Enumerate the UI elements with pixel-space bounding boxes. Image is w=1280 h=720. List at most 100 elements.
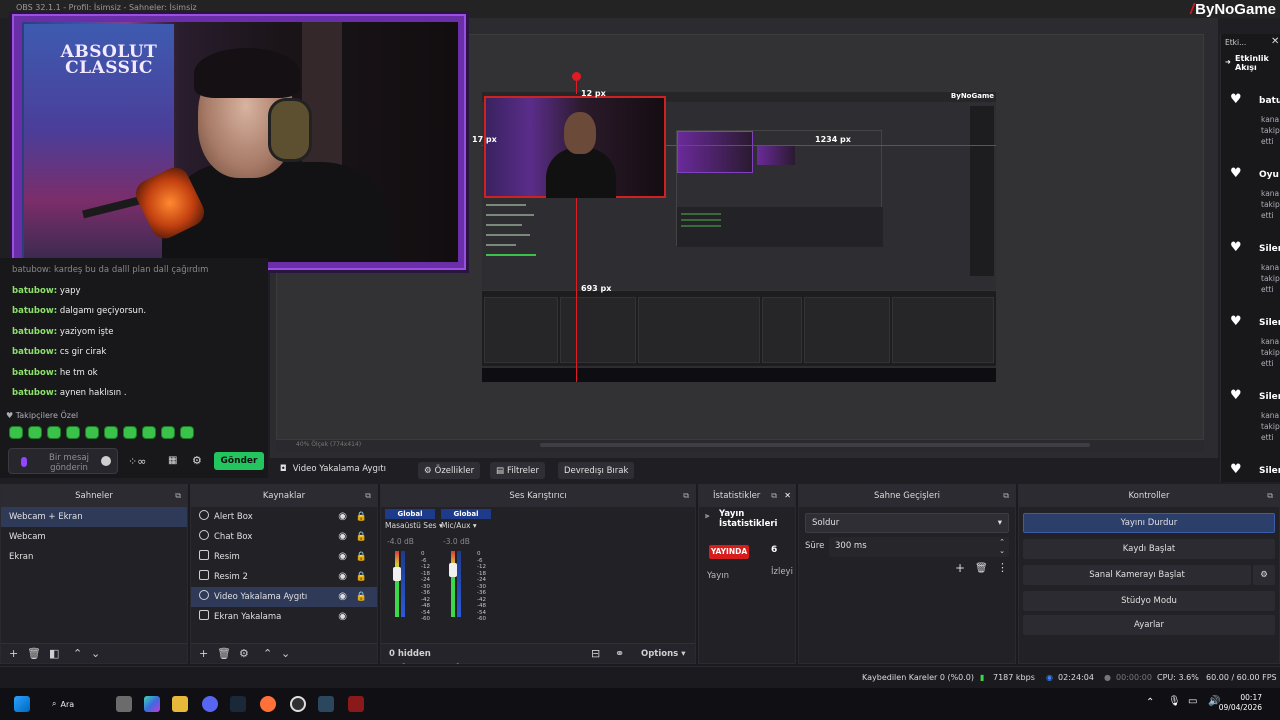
search-button[interactable]: ⌕ Ara	[52, 695, 108, 713]
source-item[interactable]: Video Yakalama Aygıtı ◉ 🔒	[191, 587, 377, 607]
eye-icon[interactable]: ◉	[338, 507, 347, 527]
float-icon[interactable]: ⧉	[365, 485, 371, 507]
obs-icon[interactable]	[290, 696, 306, 712]
channel-points-icon[interactable]: ⁘∞	[128, 455, 146, 468]
firefox-icon[interactable]	[260, 696, 276, 712]
network-icon[interactable]: ▭	[1188, 696, 1197, 707]
deactivate-button[interactable]: Devredışı Bırak	[558, 462, 635, 479]
mic-icon[interactable]	[21, 457, 27, 467]
layout-icon[interactable]: ⊟	[591, 647, 600, 660]
float-icon[interactable]: ⧉	[771, 485, 777, 507]
lock-icon[interactable]: 🔒	[356, 507, 367, 527]
add-icon[interactable]: +	[199, 647, 208, 660]
lock-icon[interactable]: 🔒	[356, 547, 367, 567]
settings-button[interactable]: Ayarlar	[1023, 615, 1275, 635]
screen-capture-source[interactable]: ByNoGame	[482, 92, 996, 382]
arrow-up-icon[interactable]: ⌃	[73, 647, 82, 660]
emote-icon[interactable]	[47, 426, 61, 439]
emote-icon[interactable]	[123, 426, 137, 439]
copilot-icon[interactable]	[144, 696, 160, 712]
trash-icon[interactable]: 🗑	[27, 647, 41, 660]
studio-mode-button[interactable]: Stüdyo Modu	[1023, 591, 1275, 611]
channel-name[interactable]: Masaüstü Ses ▾	[385, 521, 443, 530]
arrow-up-icon[interactable]: ⌃	[263, 647, 272, 660]
source-item[interactable]: Resim ◉ 🔒	[191, 547, 377, 567]
source-item[interactable]: Alert Box ◉ 🔒	[191, 507, 377, 527]
emote-icon[interactable]	[104, 426, 118, 439]
mixer-title: Ses Karıştırıcı ⧉	[381, 485, 695, 507]
close-icon[interactable]: ✕	[1271, 36, 1279, 47]
scene-item[interactable]: Webcam	[1, 527, 187, 547]
feed-tab[interactable]: Etki...	[1225, 38, 1246, 47]
guide-handle[interactable]	[572, 72, 581, 81]
float-icon[interactable]: ⧉	[1003, 485, 1009, 507]
steam-icon-2[interactable]	[318, 696, 334, 712]
duration-input[interactable]: 300 ms ⌃ ⌄	[829, 537, 1009, 557]
app-icon[interactable]	[348, 696, 364, 712]
camera-icon	[199, 590, 209, 600]
source-item[interactable]: Ekran Yakalama ◉	[191, 607, 377, 627]
properties-button[interactable]: ⚙ Özellikler	[418, 462, 481, 479]
emote-icon[interactable]	[9, 426, 23, 439]
scene-item[interactable]: Ekran	[1, 547, 187, 567]
eye-icon[interactable]: ◉	[338, 547, 347, 567]
emote-icon[interactable]	[142, 426, 156, 439]
filters-button[interactable]: ▤ Filtreler	[490, 462, 545, 479]
options-button[interactable]: Options ▾	[641, 649, 685, 659]
trash-icon[interactable]: 🗑	[217, 647, 231, 660]
link-icon[interactable]: ⚭	[615, 647, 624, 660]
arrow-down-icon[interactable]: ⌄	[91, 647, 100, 660]
lock-icon[interactable]: 🔒	[356, 527, 367, 547]
task-view-icon[interactable]	[116, 696, 132, 712]
float-icon[interactable]: ⧉	[175, 485, 181, 507]
chat-input[interactable]: Bir mesaj gönderin	[8, 448, 118, 474]
windows-start-icon[interactable]	[14, 696, 30, 712]
emote-icon[interactable]	[85, 426, 99, 439]
chevron-up-icon[interactable]: ⌃	[1146, 697, 1154, 708]
steam-icon[interactable]	[230, 696, 246, 712]
emote-icon[interactable]	[161, 426, 175, 439]
eye-icon[interactable]: ◉	[338, 607, 347, 627]
emoji-icon[interactable]	[101, 456, 111, 466]
close-icon[interactable]: ✕	[784, 485, 791, 507]
eye-icon[interactable]: ◉	[338, 567, 347, 587]
lock-icon[interactable]: 🔒	[356, 567, 367, 587]
lock-icon[interactable]: 🔒	[356, 587, 367, 607]
collapse-icon[interactable]: ➜	[1225, 58, 1231, 66]
scenes-toolbar: + 🗑 ◧ ⌃ ⌄	[1, 643, 187, 663]
trash-icon[interactable]: 🗑	[975, 563, 988, 574]
gear-icon[interactable]: ⚙	[239, 647, 249, 660]
emote-icon[interactable]	[28, 426, 42, 439]
volume-slider[interactable]	[393, 567, 401, 581]
clock[interactable]: 00:17 09/04/2026	[1219, 693, 1262, 713]
dock-area: Sahneler ⧉ Webcam + Ekran Webcam Ekran + …	[0, 484, 1280, 666]
float-icon[interactable]: ⧉	[1267, 485, 1273, 507]
eye-icon[interactable]: ◉	[338, 527, 347, 547]
float-icon[interactable]: ⧉	[683, 485, 689, 507]
channel-name[interactable]: Mic/Aux ▾	[441, 521, 477, 530]
start-virtual-camera-button[interactable]: Sanal Kamerayı Başlat	[1023, 565, 1251, 585]
transition-select[interactable]: Soldur ▾	[805, 513, 1009, 533]
filter-icon[interactable]: ◧	[49, 647, 59, 660]
scene-item[interactable]: Webcam + Ekran	[1, 507, 187, 527]
folder-icon[interactable]	[172, 696, 188, 712]
horizontal-scrollbar[interactable]	[540, 443, 1090, 447]
source-item[interactable]: Resim 2 ◉ 🔒	[191, 567, 377, 587]
add-icon[interactable]: +	[9, 647, 18, 660]
virtual-camera-settings[interactable]: ⚙	[1253, 565, 1275, 585]
stop-stream-button[interactable]: Yayını Durdur	[1023, 513, 1275, 533]
discord-icon[interactable]	[202, 696, 218, 712]
volume-slider[interactable]	[449, 563, 457, 577]
gear-icon[interactable]: ⚙	[192, 454, 202, 467]
eye-icon[interactable]: ◉	[338, 587, 347, 607]
add-icon[interactable]: +	[955, 561, 965, 575]
start-recording-button[interactable]: Kaydı Başlat	[1023, 539, 1275, 559]
more-icon[interactable]: ⋮	[997, 561, 1008, 574]
send-button[interactable]: Gönder	[214, 452, 264, 470]
arrow-down-icon[interactable]: ⌄	[281, 647, 290, 660]
mic-tray-icon[interactable]: 🎙	[1168, 696, 1181, 707]
emote-icon[interactable]	[66, 426, 80, 439]
source-item[interactable]: Chat Box ◉ 🔒	[191, 527, 377, 547]
store-icon[interactable]: ▦	[168, 455, 177, 466]
emote-icon[interactable]	[180, 426, 194, 439]
